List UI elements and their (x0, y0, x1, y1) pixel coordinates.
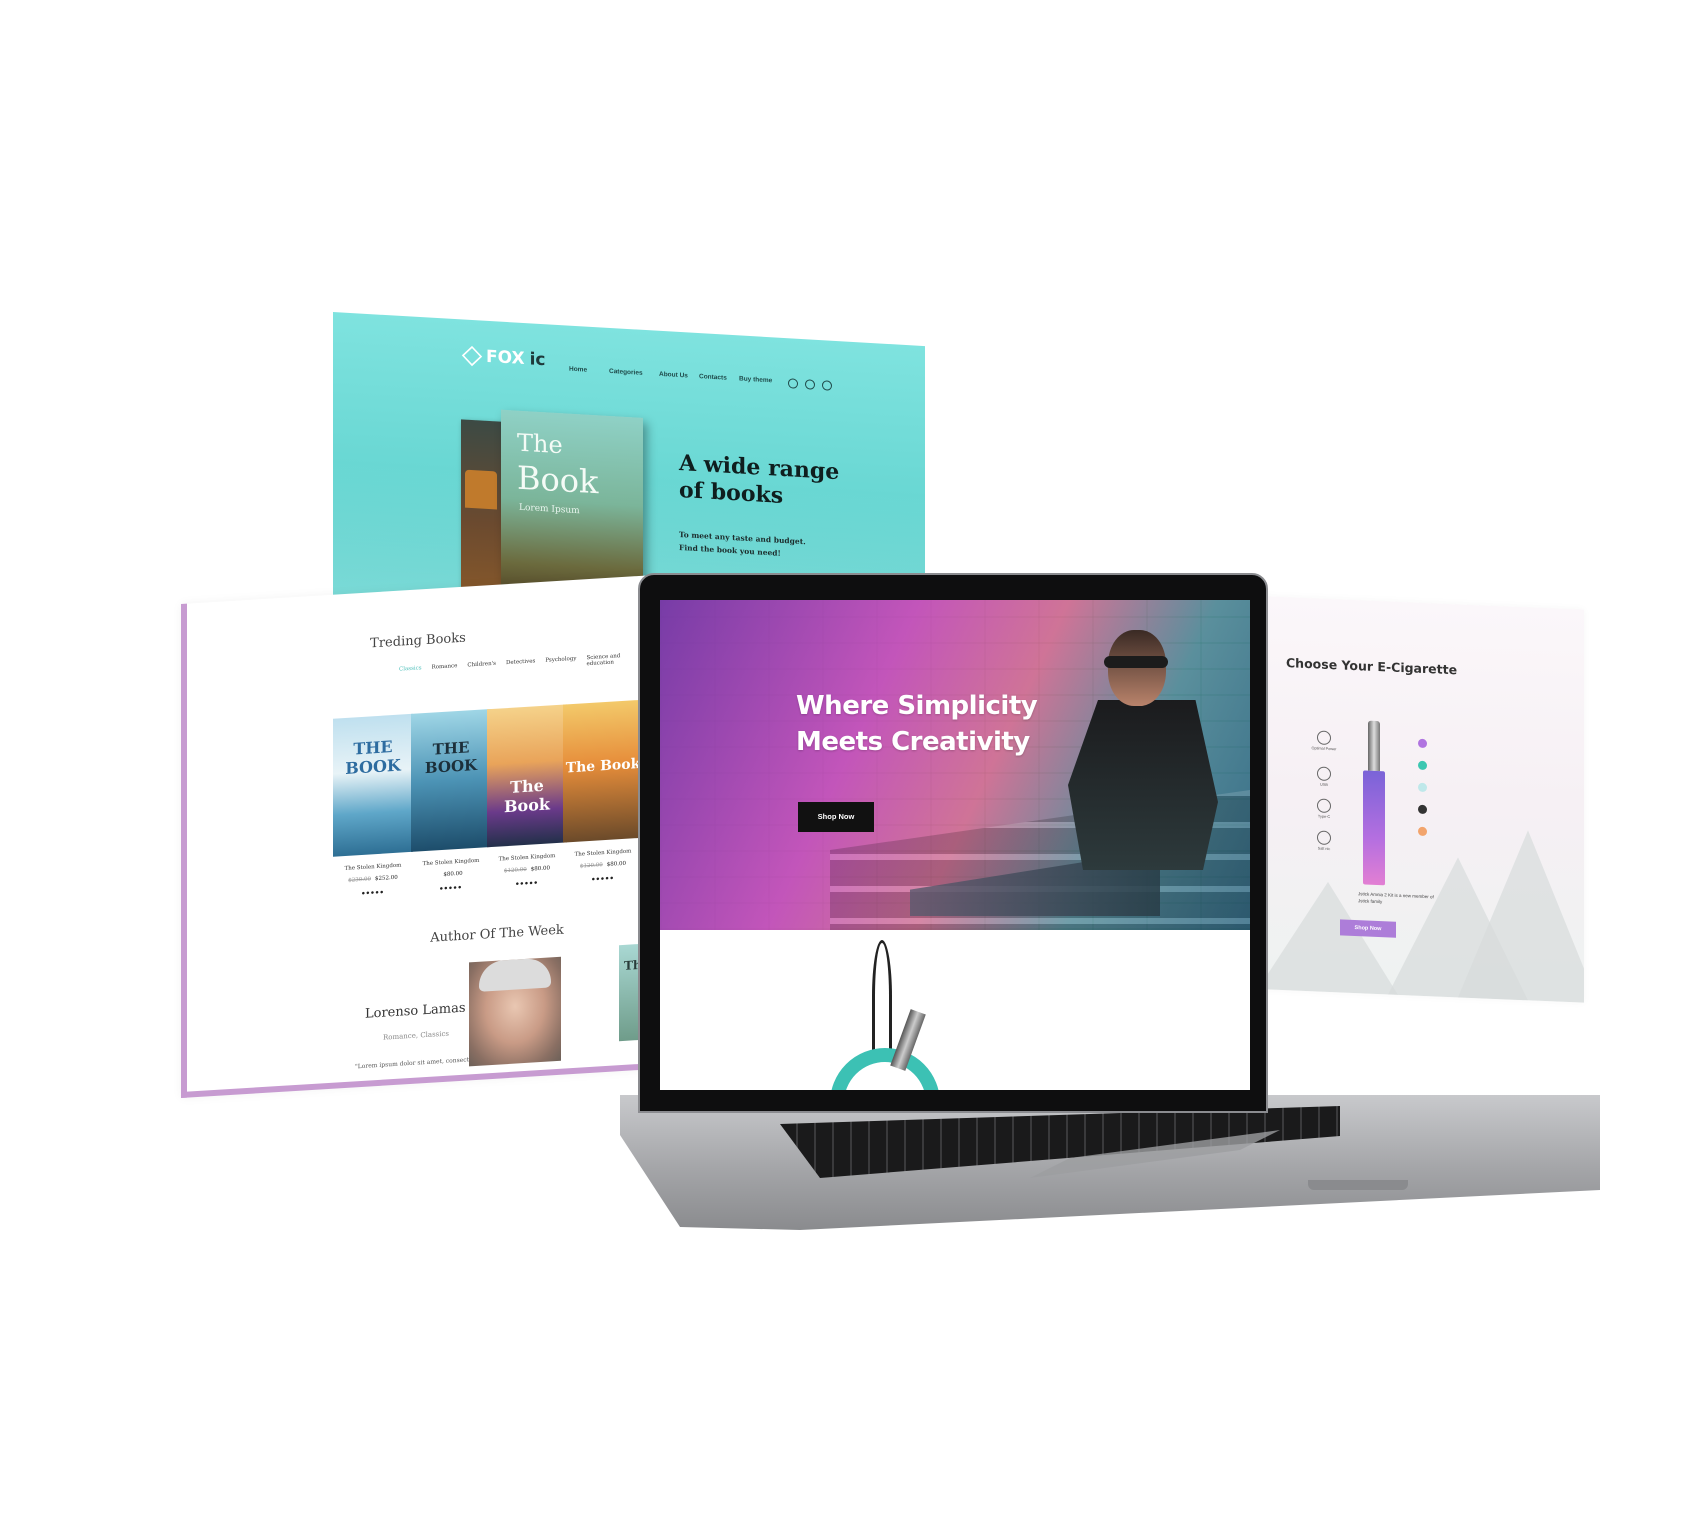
man-head-image (1108, 630, 1166, 706)
ecig-device-image (1363, 720, 1385, 886)
device-body (1363, 770, 1385, 886)
author-quote: "Lorem ipsum dolor sit amet, consectetur (355, 1055, 482, 1071)
spec-salt-nic: Salt nic (1310, 830, 1338, 851)
rating-stars-3: ●●●●● (515, 880, 539, 888)
tab-detectives[interactable]: Detectives (506, 658, 535, 672)
sunglasses-image (1104, 656, 1168, 668)
author-of-week-title: Author Of The Week (430, 922, 564, 946)
type-c-icon (1317, 798, 1331, 814)
price: $252.00 (375, 874, 398, 883)
book-price-2: $80.00 (409, 869, 493, 880)
color-swatch-teal[interactable] (1418, 760, 1427, 771)
cart-icon[interactable] (822, 380, 832, 391)
tab-romance[interactable]: Romance (432, 663, 458, 677)
laptop-screen: Where Simplicity Meets Creativity Shop N… (660, 600, 1250, 1090)
ecig-shop-now-button[interactable]: Shop Now (1340, 919, 1396, 938)
trending-books-panel: Treding Books Classics Romance Children'… (181, 575, 649, 1098)
book-cover-2[interactable]: THE BOOK (411, 709, 491, 852)
spec-type-c: Type-C (1310, 798, 1338, 819)
train-image (465, 469, 497, 510)
price: $80.00 (530, 865, 550, 873)
power-icon (1317, 730, 1331, 746)
banner-headline-line2: Meets Creativity (796, 727, 1030, 757)
device-tank (1368, 720, 1380, 772)
rating-stars-1: ●●●●● (361, 889, 385, 897)
book-title-3[interactable]: The Stolen Kingdom (485, 852, 569, 863)
book-cover-4[interactable]: The Book (563, 699, 643, 843)
mountain-bg (1458, 827, 1584, 1003)
book-cover-1[interactable]: THE BOOK (333, 713, 413, 857)
book-price-4: $120.00 $80.00 (561, 860, 645, 871)
old-price: $120.00 (504, 866, 527, 875)
nav-buy-theme[interactable]: Buy theme (739, 375, 772, 384)
man-body-image (1068, 700, 1218, 870)
ecig-title: Choose Your E-Cigarette (1286, 655, 1458, 678)
shop-now-button[interactable]: Shop Now (798, 802, 874, 832)
book-title-2[interactable]: The Stolen Kingdom (409, 857, 493, 868)
teal-ring-image (830, 1048, 940, 1090)
spec-usb: USB (1310, 766, 1338, 787)
price: $80.00 (443, 870, 463, 878)
author-hair (479, 957, 551, 992)
laptop-front-notch (1308, 1180, 1408, 1190)
tab-childrens[interactable]: Children's (467, 661, 496, 675)
cover-line-1: The (517, 428, 563, 460)
spec-label: Salt nic (1317, 846, 1331, 852)
book-cover-text: THE BOOK (345, 737, 401, 778)
book-title-1[interactable]: The Stolen Kingdom (331, 862, 415, 873)
spec-label: Type-C (1317, 814, 1331, 820)
tab-psychology[interactable]: Psychology (545, 656, 576, 670)
author-name[interactable]: Lorenso Lamas (365, 1001, 466, 1022)
header-icons (788, 378, 832, 391)
book-title-4[interactable]: The Stolen Kingdom (561, 848, 645, 859)
book-price-3: $120.00 $80.00 (485, 864, 569, 875)
drop-icon (1317, 830, 1331, 846)
book-cover-3[interactable]: The Book (487, 704, 567, 848)
hero-headline: A wide range of books (679, 450, 879, 516)
price: $80.00 (606, 860, 626, 868)
color-swatch-lightblue[interactable] (1418, 782, 1427, 793)
cube-icon (461, 345, 483, 367)
ecig-panel: Choose Your E-Cigarette Optimal Power US… (1258, 596, 1584, 1003)
logo-suffix: ic (529, 349, 546, 371)
category-tabs: Classics Romance Children's Detectives P… (399, 651, 649, 678)
search-icon[interactable] (788, 378, 798, 389)
foxic-logo[interactable]: FOX ic (461, 345, 546, 371)
logo-text: FOX (486, 346, 525, 370)
cover-line-3: Lorem Ipsum (519, 502, 580, 517)
nav-contacts[interactable]: Contacts (699, 373, 727, 382)
rating-stars-4: ●●●●● (591, 875, 615, 883)
banner-headline-line1: Where Simplicity (796, 691, 1038, 721)
color-swatch-orange[interactable] (1418, 826, 1427, 837)
nav-categories[interactable]: Categories (609, 368, 643, 377)
old-price: $120.00 (580, 862, 603, 870)
book-cover-text: The Book (565, 755, 641, 777)
spec-power: Optimal Power (1310, 730, 1338, 751)
spec-label: Optimal Power (1311, 746, 1337, 752)
rating-stars-2: ●●●●● (439, 884, 463, 893)
cover-line-2: Book (517, 458, 599, 502)
lanyard-image (872, 940, 892, 1053)
author-genres: Romance, Classics (383, 1029, 450, 1042)
book-cover-text: The Book (504, 775, 550, 817)
usb-icon (1317, 766, 1331, 782)
color-swatch-black[interactable] (1418, 804, 1427, 815)
spec-label: USB (1320, 782, 1328, 787)
nav-home[interactable]: Home (569, 366, 587, 374)
old-price: $230.00 (348, 876, 371, 884)
book-price-1: $230.00 $252.00 (331, 874, 415, 885)
color-swatch-purple[interactable] (1418, 738, 1427, 749)
nav-about-us[interactable]: About Us (659, 371, 688, 380)
banner-headline: Where Simplicity Meets Creativity (796, 688, 1038, 760)
tab-classics[interactable]: Classics (399, 665, 422, 678)
book-cover-text: THE BOOK (424, 738, 478, 778)
author-photo (469, 956, 561, 1067)
heart-icon[interactable] (805, 379, 815, 390)
